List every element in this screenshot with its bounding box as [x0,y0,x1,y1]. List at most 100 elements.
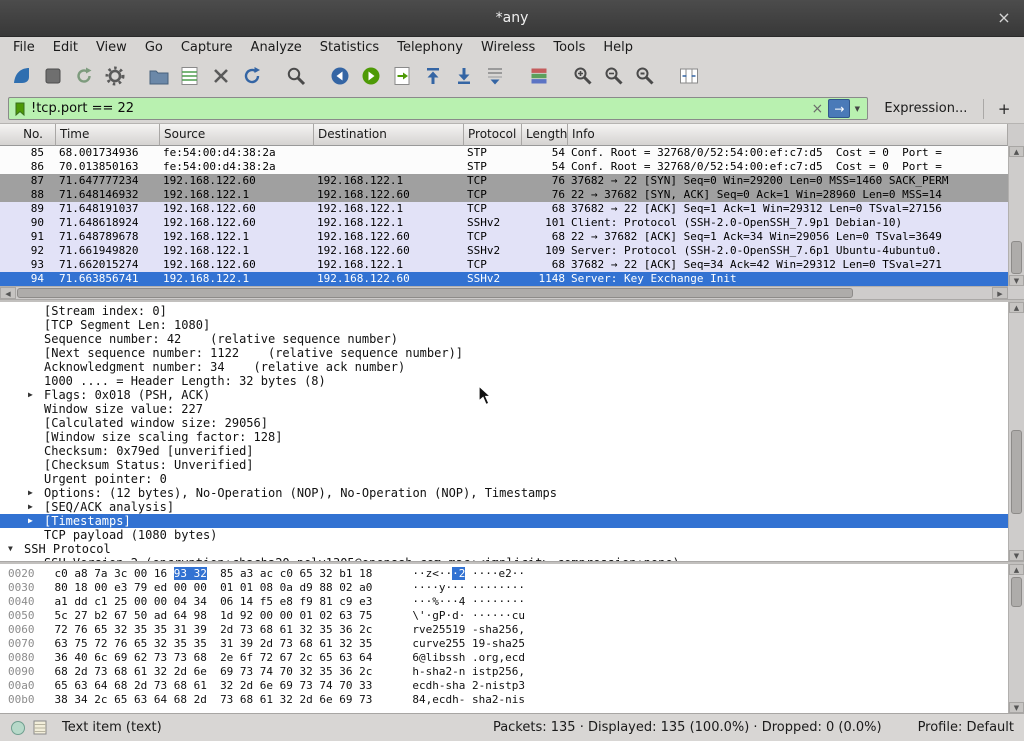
expander-icon[interactable] [28,416,44,430]
stop-capture-button[interactable] [37,61,68,91]
detail-line[interactable]: [Checksum Status: Unverified] [0,458,1008,472]
packet-row-selected[interactable]: 9471.663856741192.168.122.1192.168.122.6… [0,272,1008,286]
reload-button[interactable] [236,61,267,91]
menu-help[interactable]: Help [594,39,642,56]
go-last-packet-button[interactable] [448,61,479,91]
zoom-out-button[interactable] [598,61,629,91]
close-file-button[interactable] [205,61,236,91]
detail-line[interactable]: [Calculated window size: 29056] [0,416,1008,430]
hex-row[interactable]: 00505c 27 b2 67 50 ad 64 98 1d 92 00 00 … [8,609,1008,623]
detail-line[interactable]: [Window size scaling factor: 128] [0,430,1008,444]
open-file-button[interactable] [143,61,174,91]
column-header-length[interactable]: Length [522,124,568,146]
scroll-right-icon[interactable]: ▶ [992,287,1008,299]
expander-icon[interactable] [28,346,44,360]
menu-wireless[interactable]: Wireless [472,39,544,56]
detail-line[interactable]: Acknowledgment number: 34 (relative ack … [0,360,1008,374]
expander-icon[interactable] [28,528,44,542]
bookmark-icon[interactable] [13,101,27,117]
packet-row[interactable]: 8771.647777234192.168.122.60192.168.122.… [0,174,1008,188]
expander-icon[interactable]: ▶ [28,388,44,402]
hex-row[interactable]: 009068 2d 73 68 61 32 2d 6e 69 73 74 70 … [8,665,1008,679]
detail-line[interactable]: [Stream index: 0] [0,304,1008,318]
scrollbar-thumb[interactable] [17,288,853,298]
go-to-packet-button[interactable] [386,61,417,91]
scroll-up-icon[interactable]: ▲ [1009,146,1024,157]
expander-icon[interactable] [28,430,44,444]
column-header-no[interactable]: No. [0,124,56,146]
menu-capture[interactable]: Capture [172,39,242,56]
detail-line[interactable]: [TCP Segment Len: 1080] [0,318,1008,332]
hex-row[interactable]: 003080 18 00 e3 79 ed 00 00 01 01 08 0a … [8,581,1008,595]
menu-edit[interactable]: Edit [44,39,87,56]
menu-analyze[interactable]: Analyze [242,39,311,56]
menu-statistics[interactable]: Statistics [311,39,388,56]
packet-row[interactable]: 8670.013850163fe:54:00:d4:38:2aSTP54Conf… [0,160,1008,174]
detail-line[interactable]: Urgent pointer: 0 [0,472,1008,486]
expander-icon[interactable]: ▼ [8,542,24,556]
menu-file[interactable]: File [4,39,44,56]
expression-button[interactable]: Expression... [878,99,973,118]
detail-line[interactable]: TCP payload (1080 bytes) [0,528,1008,542]
zoom-original-button[interactable] [629,61,660,91]
expander-icon[interactable] [28,374,44,388]
hex-row[interactable]: 006072 76 65 32 35 35 31 39 2d 73 68 61 … [8,623,1008,637]
detail-line[interactable]: [Next sequence number: 1122 (relative se… [0,346,1008,360]
detail-line[interactable]: Checksum: 0x79ed [unverified] [0,444,1008,458]
expander-icon[interactable] [28,332,44,346]
expander-icon[interactable] [28,304,44,318]
column-header-info[interactable]: Info [568,124,1008,146]
colorize-button[interactable] [523,61,554,91]
expander-icon[interactable] [28,318,44,332]
scroll-down-icon[interactable]: ▼ [1009,702,1024,713]
expander-icon[interactable] [28,458,44,472]
expander-icon[interactable] [28,360,44,374]
filter-history-caret-icon[interactable]: ▼ [850,105,864,113]
filter-input[interactable] [31,101,808,116]
hex-row[interactable]: 008036 40 6c 69 62 73 73 68 2e 6f 72 67 … [8,651,1008,665]
add-filter-button[interactable]: + [992,100,1016,118]
packet-list-hscrollbar[interactable]: ◀ ▶ [0,286,1008,299]
hex-vscrollbar[interactable]: ▲ ▼ [1008,564,1024,713]
filter-entry[interactable]: × → ▼ [8,97,868,120]
capture-options-button[interactable] [99,61,130,91]
column-header-destination[interactable]: Destination [314,124,464,146]
hex-row[interactable]: 00b038 34 2c 65 63 64 68 2d 73 68 61 32 … [8,693,1008,707]
save-file-button[interactable] [174,61,205,91]
go-back-button[interactable] [324,61,355,91]
packet-row[interactable]: 9071.648618924192.168.122.60192.168.122.… [0,216,1008,230]
find-packet-button[interactable] [280,61,311,91]
packet-row[interactable]: 9171.648789678192.168.122.1192.168.122.6… [0,230,1008,244]
detail-line[interactable]: Sequence number: 42 (relative sequence n… [0,332,1008,346]
go-first-packet-button[interactable] [417,61,448,91]
packet-list-vscrollbar[interactable]: ▲ ▼ [1008,146,1024,286]
hex-row[interactable]: 00a065 63 64 68 2d 73 68 61 32 2d 6e 69 … [8,679,1008,693]
apply-filter-button[interactable]: → [828,99,850,118]
detail-line[interactable]: ▶Flags: 0x018 (PSH, ACK) [0,388,1008,402]
expander-icon[interactable] [28,402,44,416]
expert-info-icon[interactable] [10,720,26,736]
packet-row[interactable]: 8871.648146932192.168.122.1192.168.122.6… [0,188,1008,202]
detail-line[interactable]: ▼SSH Protocol [0,542,1008,556]
capture-file-properties-icon[interactable] [32,719,48,736]
close-window-button[interactable]: × [994,8,1014,28]
packet-row[interactable]: 8971.648191037192.168.122.60192.168.122.… [0,202,1008,216]
packet-row[interactable]: 8568.001734936fe:54:00:d4:38:2aSTP54Conf… [0,146,1008,160]
expander-icon[interactable] [28,472,44,486]
detail-line[interactable]: ▶[SEQ/ACK analysis] [0,500,1008,514]
start-capture-button[interactable] [6,61,37,91]
scrollbar-thumb[interactable] [1011,241,1022,274]
packet-row[interactable]: 9371.662015274192.168.122.60192.168.122.… [0,258,1008,272]
detail-line-selected[interactable]: ▶[Timestamps] [0,514,1008,528]
resize-columns-button[interactable] [673,61,704,91]
scroll-left-icon[interactable]: ◀ [0,287,16,299]
auto-scroll-button[interactable] [479,61,510,91]
detail-line[interactable]: ▶Options: (12 bytes), No-Operation (NOP)… [0,486,1008,500]
column-header-source[interactable]: Source [160,124,314,146]
scroll-down-icon[interactable]: ▼ [1009,550,1024,561]
scrollbar-thumb[interactable] [1011,577,1022,607]
zoom-in-button[interactable] [567,61,598,91]
scrollbar-thumb[interactable] [1011,430,1022,514]
details-vscrollbar[interactable]: ▲ ▼ [1008,302,1024,561]
menu-tools[interactable]: Tools [544,39,594,56]
